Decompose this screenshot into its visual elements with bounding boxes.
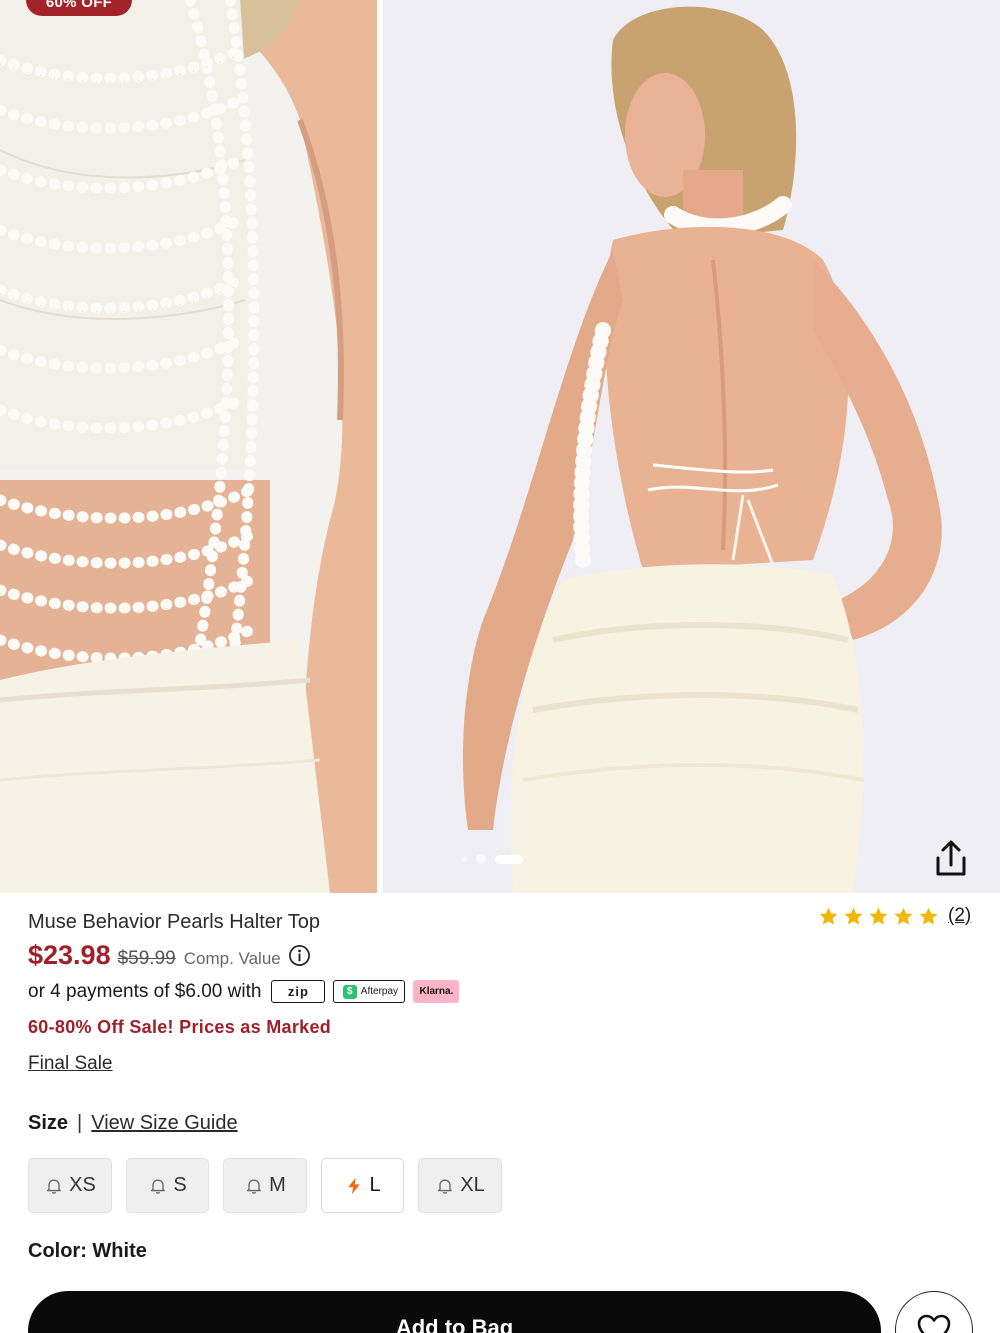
afterpay-label: Afterpay bbox=[360, 986, 399, 997]
sale-price: $23.98 bbox=[28, 940, 111, 970]
lightning-icon bbox=[348, 1177, 361, 1194]
star-icon bbox=[919, 907, 938, 925]
size-guide-link[interactable]: View Size Guide bbox=[91, 1112, 237, 1135]
klarna-logo[interactable]: Klarna. bbox=[413, 980, 460, 1003]
size-option-m[interactable]: M bbox=[223, 1158, 307, 1213]
info-icon[interactable] bbox=[288, 944, 311, 967]
product-gallery[interactable]: 60% OFF bbox=[0, 0, 1000, 893]
wishlist-button[interactable] bbox=[895, 1291, 973, 1333]
afterpay-mark-icon: $ bbox=[342, 984, 357, 999]
product-image-back-view[interactable] bbox=[383, 0, 1000, 893]
model-back-view-photo bbox=[383, 0, 1000, 893]
afterpay-logo[interactable]: $ Afterpay bbox=[333, 980, 406, 1003]
product-title: Muse Behavior Pearls Halter Top bbox=[28, 911, 320, 933]
review-count-link[interactable]: (2) bbox=[948, 905, 971, 927]
pagination-dot[interactable] bbox=[476, 854, 486, 864]
size-option-s[interactable]: S bbox=[126, 1158, 209, 1213]
comp-value-label: Comp. Value bbox=[183, 949, 281, 968]
size-option-label: XS bbox=[69, 1174, 96, 1196]
star-icon bbox=[894, 907, 913, 925]
share-icon bbox=[936, 840, 966, 876]
gallery-pagination[interactable] bbox=[462, 852, 523, 866]
size-option-l[interactable]: L bbox=[321, 1158, 404, 1213]
product-rating[interactable]: (2) bbox=[818, 905, 971, 927]
color-label: Color: White bbox=[28, 1240, 147, 1262]
price-row: $23.98 $59.99 Comp. Value bbox=[28, 940, 311, 971]
rating-stars bbox=[818, 906, 939, 927]
size-options: XS S M L XL bbox=[28, 1158, 502, 1213]
final-sale-link[interactable]: Final Sale bbox=[28, 1053, 113, 1075]
size-label: Size bbox=[28, 1112, 69, 1134]
pagination-dot[interactable] bbox=[462, 856, 467, 862]
bell-icon bbox=[151, 1179, 166, 1194]
installment-payments: or 4 payments of $6.00 with zip $ Afterp… bbox=[28, 980, 460, 1003]
compare-price: $59.99 bbox=[117, 948, 176, 969]
star-icon bbox=[844, 907, 863, 925]
promo-message: 60-80% Off Sale! Prices as Marked bbox=[28, 1017, 332, 1037]
size-option-label: S bbox=[173, 1174, 187, 1196]
pearl-halter-front-closeup-photo bbox=[0, 0, 377, 893]
bell-icon bbox=[438, 1179, 453, 1194]
zip-logo[interactable]: zip bbox=[271, 980, 326, 1003]
star-icon bbox=[869, 907, 888, 925]
size-option-label: XL bbox=[460, 1174, 485, 1196]
sale-badge: 60% OFF bbox=[26, 0, 132, 16]
installment-text: or 4 payments of $6.00 with bbox=[28, 980, 262, 1002]
bell-icon bbox=[47, 1179, 62, 1194]
size-header: Size | View Size Guide bbox=[28, 1112, 238, 1135]
product-image-closeup[interactable]: 60% OFF bbox=[0, 0, 377, 893]
bell-icon bbox=[247, 1179, 262, 1194]
share-button[interactable] bbox=[930, 838, 972, 880]
size-option-xl[interactable]: XL bbox=[418, 1158, 502, 1213]
size-separator: | bbox=[77, 1112, 83, 1134]
add-to-bag-button[interactable]: Add to Bag bbox=[28, 1291, 881, 1333]
pagination-dot-active[interactable] bbox=[495, 854, 523, 864]
heart-icon bbox=[917, 1314, 951, 1333]
size-option-label: L bbox=[369, 1174, 381, 1196]
star-icon bbox=[819, 907, 838, 925]
product-page: 60% OFF Muse Behavior Pearls Halter Top … bbox=[0, 0, 1000, 1333]
size-option-label: M bbox=[269, 1174, 286, 1196]
size-option-xs[interactable]: XS bbox=[28, 1158, 112, 1213]
